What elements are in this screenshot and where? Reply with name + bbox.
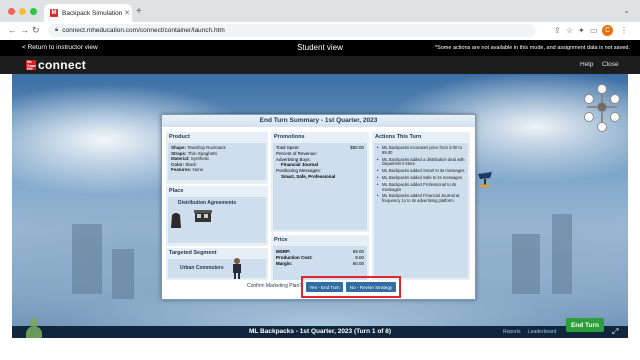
action-item: ML Backpacks added Smart to its messages: [374, 168, 468, 175]
back-arrow-icon[interactable]: ←: [8, 25, 17, 35]
distribution-agreements-label: Distribution Agreements: [178, 200, 237, 206]
margin-row: Margin: 60.00: [276, 260, 364, 266]
profile-avatar[interactable]: C: [602, 25, 613, 36]
tab-search-icon[interactable]: ⌄: [623, 6, 630, 15]
actions-heading: Actions This Turn: [375, 134, 422, 140]
status-bar: ML Backpacks - 1st Quarter, 2023 (Turn 1…: [12, 326, 628, 338]
promotions-panel: Promotions Total Spent: $50.00 Percent of…: [271, 132, 369, 232]
side-panel-icon[interactable]: ▭: [590, 26, 598, 35]
hub-node-icon: [610, 94, 620, 104]
action-item: ML Backpacks added Financial Journal at …: [374, 193, 468, 205]
positioning-messages-value: Smart, Safe, Professional: [281, 173, 336, 179]
close-link[interactable]: Close: [602, 61, 619, 68]
bookmark-star-icon[interactable]: ☆: [566, 26, 573, 35]
new-tab-icon[interactable]: +: [136, 6, 142, 17]
reports-link[interactable]: Reports: [503, 329, 521, 335]
browser-tab[interactable]: M Backpack Simulation - Practice ✕: [44, 4, 132, 22]
browser-menu-icon[interactable]: ⋮: [620, 26, 628, 35]
action-item: ML Backpacks added Safe to its messages: [374, 175, 468, 182]
maximize-window-button[interactable]: [30, 8, 37, 15]
leaderboard-link[interactable]: Leaderboard: [528, 329, 556, 335]
forward-arrow-icon[interactable]: →: [20, 25, 29, 35]
close-window-button[interactable]: [8, 8, 15, 15]
price-heading: Price: [274, 237, 288, 243]
building-shape: [112, 249, 134, 299]
hub-center-node-icon: [597, 102, 607, 112]
student-view-bar: < Return to instructor view Student view…: [0, 40, 640, 56]
hub-node-icon: [610, 112, 620, 122]
dialog-title: End Turn Summary - 1st Quarter, 2023: [162, 115, 475, 127]
targeted-heading: Targeted Segment: [169, 250, 217, 256]
url-text: connect.mheducation.com/connect/containe…: [62, 27, 225, 34]
address-toolbar: ← → ↻ 🔒︎ connect.mheducation.com/connect…: [0, 22, 640, 41]
hub-node-icon: [597, 122, 607, 132]
annotation-highlight-box: [301, 276, 401, 298]
action-item: ML Backpacks added Professional to its m…: [374, 182, 468, 194]
targeted-segment-panel: Targeted Segment Urban Commuters: [166, 248, 268, 280]
navigation-hub-icon[interactable]: [584, 84, 620, 132]
place-heading: Place: [169, 188, 184, 194]
hub-node-icon: [584, 112, 594, 122]
department-store-icon: [194, 210, 212, 222]
tab-title: Backpack Simulation - Practice: [62, 9, 122, 17]
connect-header: Mc Graw Hill connect Help Close: [0, 56, 640, 74]
backpack-icon: [171, 213, 181, 228]
hub-node-icon: [597, 84, 607, 94]
end-turn-summary-dialog: End Turn Summary - 1st Quarter, 2023 Pro…: [161, 114, 476, 300]
building-shape: [72, 224, 102, 294]
share-icon[interactable]: ⇪: [554, 26, 561, 35]
product-heading: Product: [169, 134, 190, 140]
end-turn-button[interactable]: End Turn: [566, 318, 604, 332]
place-panel: Place Distribution Agreements: [166, 186, 268, 246]
connect-logo-text: connect: [38, 58, 87, 72]
product-panel: Product Shape: Teardrop Rucksack Straps:…: [166, 132, 268, 184]
actions-panel: Actions This Turn ML Backpacks increases…: [372, 132, 470, 280]
kiosk-stand-icon: [478, 172, 492, 188]
url-field[interactable]: 🔒︎ connect.mheducation.com/connect/conta…: [48, 24, 536, 37]
mcgraw-hill-logo: Mc Graw Hill: [26, 60, 36, 71]
promotions-heading: Promotions: [274, 134, 305, 140]
commuter-person-icon: [233, 258, 241, 279]
mcgraw-hill-favicon-icon: M: [50, 9, 58, 17]
hub-node-icon: [584, 94, 594, 104]
help-link[interactable]: Help: [580, 61, 593, 68]
window-controls: [8, 8, 37, 15]
minimize-window-button[interactable]: [19, 8, 26, 15]
building-shape: [512, 234, 540, 294]
building-shape: [552, 214, 572, 294]
user-avatar-icon[interactable]: [24, 318, 44, 338]
extensions-icon[interactable]: ✦: [578, 26, 585, 35]
lock-icon: 🔒︎: [55, 27, 59, 33]
product-line: Features: None: [171, 167, 204, 173]
reload-icon[interactable]: ↻: [32, 25, 40, 36]
confirm-marketing-plan-text: Confirm Marketing Plan?: [247, 283, 303, 289]
fullscreen-expand-icon[interactable]: ⤢: [612, 327, 618, 337]
action-item: ML Backpacks added a distribution deal w…: [374, 157, 468, 169]
student-view-note: *Some actions are not available in this …: [434, 45, 630, 51]
urban-commuters-label: Urban Commuters: [180, 265, 224, 271]
tab-close-icon[interactable]: ✕: [122, 9, 132, 17]
action-item: ML Backpacks increases price from 0.00 t…: [374, 145, 468, 157]
browser-tab-strip: M Backpack Simulation - Practice ✕ + ⌄: [0, 0, 640, 22]
price-panel: Price MSRP: 69.00 Production Cost: 9.00 Ma…: [271, 235, 369, 280]
